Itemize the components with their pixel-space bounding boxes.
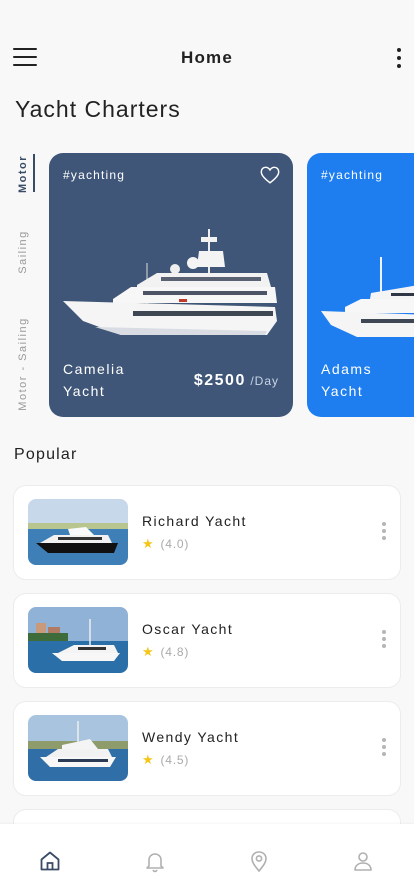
tab-label: Motor - Sailing	[17, 317, 29, 411]
profile-icon[interactable]	[348, 846, 378, 876]
yacht-thumbnail	[28, 607, 128, 673]
star-icon: ★	[142, 644, 155, 659]
item-rating: ★ (4.8)	[142, 644, 189, 660]
more-vertical-icon[interactable]	[381, 630, 387, 652]
price-unit: /Day	[250, 374, 279, 388]
star-icon: ★	[142, 536, 155, 551]
item-rating: ★ (4.0)	[142, 536, 189, 552]
item-name: Richard Yacht	[142, 513, 247, 529]
item-name: Oscar Yacht	[142, 621, 234, 637]
card-price: $2500 /Day	[194, 372, 279, 390]
more-vertical-icon[interactable]	[381, 522, 387, 544]
yacht-thumbnail	[28, 715, 128, 781]
more-vertical-icon[interactable]	[396, 46, 402, 70]
featured-card[interactable]: #yachting Camelia Yacht $2500 /Day	[49, 153, 293, 417]
bottom-nav	[0, 824, 414, 896]
rating-value: (4.0)	[160, 537, 190, 551]
item-rating: ★ (4.5)	[142, 752, 189, 768]
yacht-image	[321, 257, 414, 337]
star-icon: ★	[142, 752, 155, 767]
page-header-title: Home	[180, 48, 234, 67]
heart-outline-icon[interactable]	[259, 164, 281, 186]
card-name: Adams Yacht	[321, 358, 372, 402]
card-name-line2: Yacht	[63, 383, 106, 399]
card-tag: #yachting	[321, 168, 384, 182]
rating-value: (4.5)	[160, 753, 190, 767]
card-name-line1: Camelia	[63, 361, 125, 377]
page-title: Yacht Charters	[15, 96, 181, 122]
app-bar: Home	[0, 40, 414, 76]
list-item[interactable]: Wendy Yacht ★ (4.5)	[13, 701, 401, 796]
item-name: Wendy Yacht	[142, 729, 240, 745]
list-item[interactable]: Richard Yacht ★ (4.0)	[13, 485, 401, 580]
rating-value: (4.8)	[160, 645, 190, 659]
featured-card[interactable]: #yachting Adams Yacht	[307, 153, 414, 417]
yacht-image	[63, 229, 277, 335]
card-name-line1: Adams	[321, 361, 373, 377]
bell-icon[interactable]	[140, 846, 170, 876]
card-tag: #yachting	[63, 168, 126, 182]
card-name-line2: Yacht	[321, 383, 364, 399]
price-amount: $2500	[193, 372, 246, 389]
more-vertical-icon[interactable]	[381, 738, 387, 760]
tab-sailing[interactable]: Sailing	[8, 224, 38, 280]
home-icon[interactable]	[35, 846, 65, 876]
list-item[interactable]: Oscar Yacht ★ (4.8)	[13, 593, 401, 688]
tab-label: Motor	[17, 154, 29, 194]
card-name: Camelia Yacht	[63, 358, 125, 402]
section-title-popular: Popular	[14, 446, 78, 463]
location-pin-icon[interactable]	[244, 846, 274, 876]
tab-motor[interactable]: Motor	[8, 152, 38, 196]
category-tabs: Motor Sailing Motor - Sailing	[8, 152, 38, 422]
tab-motor-sailing[interactable]: Motor - Sailing	[8, 310, 38, 418]
tab-label: Sailing	[17, 230, 29, 274]
yacht-thumbnail	[28, 499, 128, 565]
